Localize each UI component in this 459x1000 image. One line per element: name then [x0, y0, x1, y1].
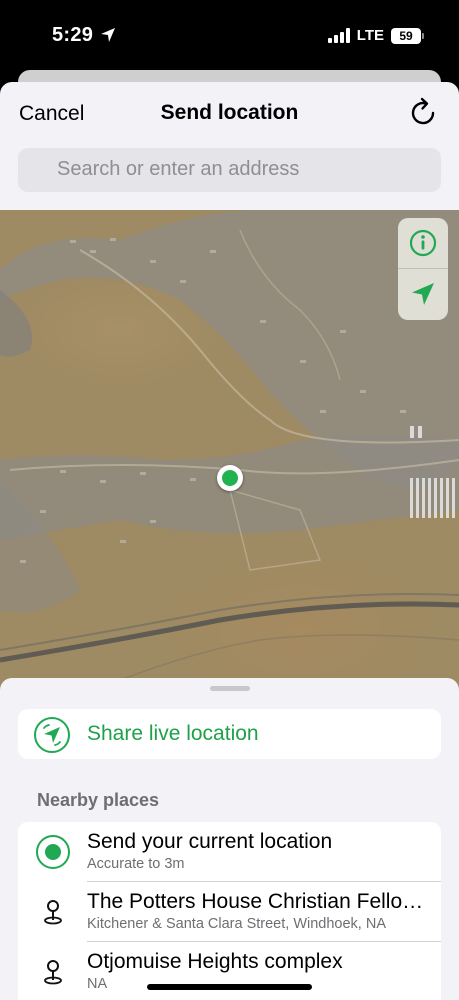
status-indicators: LTE 59 — [327, 27, 424, 44]
share-live-location-button[interactable]: Share live location — [18, 709, 441, 759]
search-placeholder: Search or enter an address — [57, 158, 300, 180]
place-pin-icon — [35, 954, 71, 990]
location-panel: Share live location Nearby places Send y… — [0, 678, 459, 1000]
live-location-icon — [34, 717, 70, 753]
send-location-sheet: Cancel Send location Search or enter an … — [0, 82, 459, 1000]
locate-me-button[interactable] — [398, 269, 448, 319]
list-item-subtitle: Kitchener & Santa Clara Street, Windhoek… — [87, 916, 387, 932]
status-bar: 5:29 LTE 59 — [0, 0, 459, 72]
info-icon — [409, 229, 437, 257]
nearby-places-list: Send your current location Accurate to 3… — [18, 822, 441, 1000]
nearby-place-item[interactable]: The Potters House Christian Fellowship K… — [18, 882, 441, 941]
satellite-map[interactable] — [0, 210, 459, 690]
place-pin-icon — [35, 894, 71, 930]
navigation-bar: Cancel Send location — [0, 82, 459, 146]
battery-icon: 59 — [391, 27, 424, 44]
send-current-location-item[interactable]: Send your current location Accurate to 3… — [18, 822, 441, 881]
status-time: 5:29 — [52, 24, 94, 46]
location-arrow-icon — [100, 27, 116, 48]
map-controls — [398, 218, 448, 320]
list-item-subtitle: Accurate to 3m — [87, 856, 185, 872]
list-item-title: Otjomuise Heights complex — [87, 950, 343, 973]
nearby-places-heading: Nearby places — [37, 790, 160, 810]
home-indicator[interactable] — [147, 984, 312, 990]
list-item-title: The Potters House Christian Fellowship — [87, 890, 432, 913]
search-input[interactable]: Search or enter an address — [18, 148, 441, 192]
nearby-place-item[interactable]: Otjomuise Heights complex NA — [18, 942, 441, 1000]
page-title: Send location — [160, 101, 299, 124]
list-item-title: Send your current location — [87, 830, 333, 853]
refresh-icon[interactable] — [409, 96, 439, 128]
signal-icon — [327, 28, 350, 43]
drag-handle[interactable] — [210, 686, 250, 691]
map-info-button[interactable] — [398, 218, 448, 268]
map-imagery — [0, 210, 459, 681]
current-location-icon — [35, 834, 71, 870]
current-location-pin — [217, 465, 243, 491]
location-arrow-icon — [412, 283, 434, 305]
network-type: LTE — [356, 27, 384, 44]
share-live-location-label: Share live location — [87, 722, 259, 745]
